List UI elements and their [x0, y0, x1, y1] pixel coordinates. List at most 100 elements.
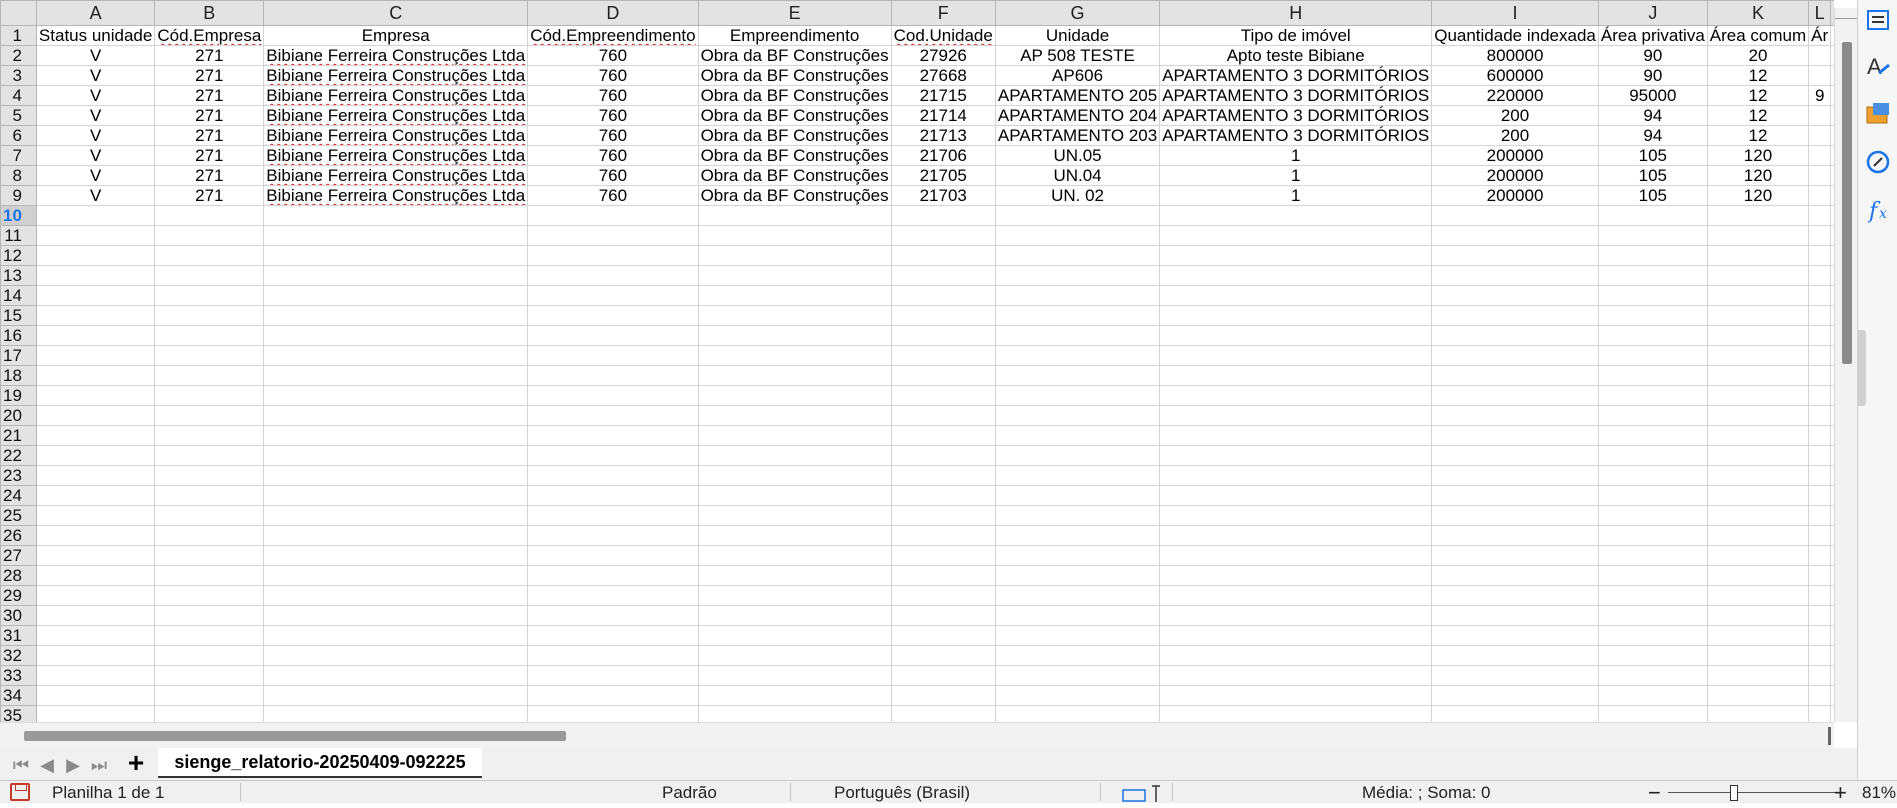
- column-header[interactable]: D: [527, 0, 699, 26]
- cell[interactable]: [154, 305, 265, 326]
- cell[interactable]: 271: [154, 105, 265, 126]
- cell[interactable]: [154, 365, 265, 386]
- cell[interactable]: [1159, 285, 1433, 306]
- cell[interactable]: [1808, 445, 1832, 466]
- cell[interactable]: [1159, 525, 1433, 546]
- cell[interactable]: [35, 205, 156, 226]
- cell[interactable]: [1431, 265, 1599, 286]
- cell[interactable]: 20: [1706, 45, 1810, 66]
- cell[interactable]: [154, 445, 265, 466]
- cell[interactable]: Cód.Empreendimento: [527, 25, 699, 46]
- cell[interactable]: [890, 385, 996, 406]
- cell[interactable]: 21715: [890, 85, 996, 106]
- cell[interactable]: [1597, 465, 1708, 486]
- cell[interactable]: [1706, 345, 1810, 366]
- cell[interactable]: V: [35, 65, 156, 86]
- cell[interactable]: 21706: [890, 145, 996, 166]
- cell[interactable]: [154, 665, 265, 686]
- cell[interactable]: Área comum: [1706, 25, 1810, 46]
- cell[interactable]: [1431, 425, 1599, 446]
- cell[interactable]: [1159, 405, 1433, 426]
- last-sheet-icon[interactable]: ⏭: [88, 754, 110, 776]
- cell[interactable]: 760: [527, 145, 699, 166]
- cell[interactable]: 105: [1597, 145, 1708, 166]
- cell[interactable]: [1808, 585, 1832, 606]
- cell[interactable]: [35, 405, 156, 426]
- cell[interactable]: [1159, 365, 1433, 386]
- cell[interactable]: [994, 305, 1161, 326]
- row-header[interactable]: 26: [0, 525, 37, 546]
- cell[interactable]: [994, 325, 1161, 346]
- cell[interactable]: Obra da BF Construções: [697, 185, 892, 206]
- cell[interactable]: [1808, 625, 1832, 646]
- cell[interactable]: [154, 625, 265, 646]
- cell[interactable]: [263, 365, 529, 386]
- cell[interactable]: [697, 245, 892, 266]
- cell[interactable]: [1159, 205, 1433, 226]
- cell[interactable]: 120: [1706, 145, 1810, 166]
- cell[interactable]: [1808, 285, 1832, 306]
- cell[interactable]: [263, 265, 529, 286]
- cell[interactable]: [154, 605, 265, 626]
- cell[interactable]: [1159, 545, 1433, 566]
- cell[interactable]: [1808, 685, 1832, 706]
- cell[interactable]: [1808, 565, 1832, 586]
- cell[interactable]: 21713: [890, 125, 996, 146]
- cell[interactable]: 90: [1597, 45, 1708, 66]
- cell[interactable]: [890, 525, 996, 546]
- cell[interactable]: [697, 445, 892, 466]
- cell[interactable]: 271: [154, 165, 265, 186]
- cell[interactable]: [697, 545, 892, 566]
- cell[interactable]: [1597, 225, 1708, 246]
- cell[interactable]: [1808, 425, 1832, 446]
- cell[interactable]: [697, 485, 892, 506]
- cell[interactable]: [1808, 45, 1832, 66]
- cell[interactable]: [890, 605, 996, 626]
- cell[interactable]: 200000: [1431, 145, 1599, 166]
- cell[interactable]: 271: [154, 185, 265, 206]
- cell[interactable]: [35, 225, 156, 246]
- cell[interactable]: Obra da BF Construções: [697, 65, 892, 86]
- cell[interactable]: [527, 505, 699, 526]
- cell[interactable]: [35, 605, 156, 626]
- cell[interactable]: [890, 365, 996, 386]
- cell[interactable]: [1706, 525, 1810, 546]
- cell[interactable]: V: [35, 165, 156, 186]
- row-header[interactable]: 16: [0, 325, 37, 346]
- cell[interactable]: Empreendimento: [697, 25, 892, 46]
- cell[interactable]: Bibiane Ferreira Construções Ltda: [263, 125, 529, 146]
- cell[interactable]: [994, 485, 1161, 506]
- cell[interactable]: [1431, 685, 1599, 706]
- cell[interactable]: [35, 565, 156, 586]
- cell[interactable]: [697, 345, 892, 366]
- row-header[interactable]: 14: [0, 285, 37, 306]
- cell[interactable]: [154, 545, 265, 566]
- cell[interactable]: [35, 345, 156, 366]
- cell[interactable]: [1808, 305, 1832, 326]
- cell[interactable]: [1706, 505, 1810, 526]
- cell[interactable]: [697, 325, 892, 346]
- cell[interactable]: 760: [527, 45, 699, 66]
- cell[interactable]: [1597, 505, 1708, 526]
- cell[interactable]: [154, 705, 265, 722]
- row-header[interactable]: 19: [0, 385, 37, 406]
- cell[interactable]: [1431, 625, 1599, 646]
- cell[interactable]: [1597, 705, 1708, 722]
- cell[interactable]: [154, 525, 265, 546]
- cell[interactable]: [1159, 385, 1433, 406]
- cell[interactable]: [1706, 305, 1810, 326]
- row-header[interactable]: 4: [0, 85, 37, 106]
- cell[interactable]: Tipo de imóvel: [1159, 25, 1433, 46]
- cell[interactable]: [1597, 645, 1708, 666]
- row-header[interactable]: 9: [0, 185, 37, 206]
- row-header[interactable]: 35: [0, 705, 37, 722]
- column-header[interactable]: E: [697, 0, 892, 26]
- cell[interactable]: APARTAMENTO 205: [994, 85, 1161, 106]
- cell[interactable]: [263, 685, 529, 706]
- sheet-tab[interactable]: sienge_relatorio-20250409-092225: [158, 748, 482, 778]
- row-header[interactable]: 6: [0, 125, 37, 146]
- cell[interactable]: [154, 645, 265, 666]
- cell[interactable]: APARTAMENTO 3 DORMITÓRIOS: [1159, 85, 1433, 106]
- row-header[interactable]: 28: [0, 565, 37, 586]
- cell[interactable]: [1808, 705, 1832, 722]
